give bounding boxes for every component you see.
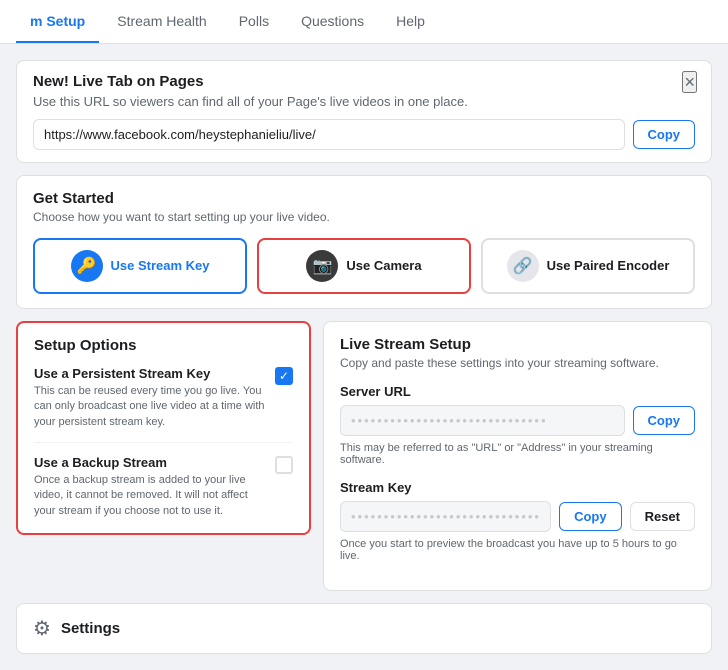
persistent-key-desc: This can be reused every time you go liv… (34, 384, 265, 430)
stream-key-reset-button[interactable]: Reset (630, 502, 695, 531)
banner-url-row: Copy (33, 119, 695, 150)
stream-key-icon: 🔑 (71, 250, 103, 282)
live-stream-title: Live Stream Setup (340, 336, 695, 353)
camera-label: Use Camera (346, 258, 421, 273)
backup-stream-checkbox[interactable] (275, 456, 293, 474)
banner-close-button[interactable]: × (682, 71, 697, 93)
stream-key-row: Copy Reset (340, 501, 695, 532)
settings-label: Settings (61, 620, 120, 637)
main-content: New! Live Tab on Pages Use this URL so v… (0, 44, 728, 670)
get-started-desc: Choose how you want to start setting up … (33, 209, 695, 226)
tab-questions[interactable]: Questions (287, 1, 378, 43)
top-nav: m Setup Stream Health Polls Questions He… (0, 0, 728, 44)
server-url-copy-button[interactable]: Copy (633, 406, 696, 435)
camera-icon: 📷 (306, 250, 338, 282)
use-stream-key-button[interactable]: 🔑 Use Stream Key (33, 238, 247, 294)
col-left: Setup Options Use a Persistent Stream Ke… (16, 321, 311, 535)
tab-help[interactable]: Help (382, 1, 439, 43)
col-right: Live Stream Setup Copy and paste these s… (323, 321, 712, 591)
server-url-row: Copy (340, 405, 695, 436)
stream-key-label: Use Stream Key (111, 258, 210, 273)
banner-desc: Use this URL so viewers can find all of … (33, 94, 695, 109)
live-stream-card: Live Stream Setup Copy and paste these s… (323, 321, 712, 591)
settings-row[interactable]: ⚙ Settings (16, 603, 712, 654)
tab-stream-health[interactable]: Stream Health (103, 1, 220, 43)
check-icon: ✓ (279, 369, 289, 383)
settings-gear-icon: ⚙ (33, 616, 51, 641)
live-stream-desc: Copy and paste these settings into your … (340, 356, 695, 370)
backup-stream-title: Use a Backup Stream (34, 455, 265, 470)
tab-polls[interactable]: Polls (225, 1, 283, 43)
stream-key-copy-button[interactable]: Copy (559, 502, 622, 531)
server-url-hint: This may be referred to as "URL" or "Add… (340, 442, 695, 466)
live-tab-banner: New! Live Tab on Pages Use this URL so v… (16, 60, 712, 163)
banner-title: New! Live Tab on Pages (33, 73, 695, 90)
setup-options-title: Setup Options (34, 337, 293, 354)
encoder-icon: 🔗 (507, 250, 539, 282)
use-paired-encoder-button[interactable]: 🔗 Use Paired Encoder (481, 238, 695, 294)
page-url-input[interactable] (33, 119, 625, 150)
setup-options-card: Setup Options Use a Persistent Stream Ke… (16, 321, 311, 535)
persistent-stream-key-option: Use a Persistent Stream Key This can be … (34, 366, 293, 443)
persistent-key-checkbox[interactable]: ✓ (275, 367, 293, 385)
get-started-title: Get Started (33, 190, 695, 207)
server-url-input[interactable] (340, 405, 625, 436)
backup-stream-desc: Once a backup stream is added to your li… (34, 473, 265, 519)
server-url-label: Server URL (340, 384, 695, 399)
method-buttons: 🔑 Use Stream Key 📷 Use Camera 🔗 Use Pair… (33, 238, 695, 294)
tab-stream-setup[interactable]: m Setup (16, 1, 99, 43)
banner-copy-button[interactable]: Copy (633, 120, 696, 149)
persistent-key-title: Use a Persistent Stream Key (34, 366, 265, 381)
stream-key-input[interactable] (340, 501, 551, 532)
get-started-card: Get Started Choose how you want to start… (16, 175, 712, 309)
stream-key-field-label: Stream Key (340, 480, 695, 495)
encoder-label: Use Paired Encoder (547, 258, 670, 273)
two-col-section: Setup Options Use a Persistent Stream Ke… (16, 321, 712, 591)
use-camera-button[interactable]: 📷 Use Camera (257, 238, 471, 294)
stream-key-hint: Once you start to preview the broadcast … (340, 538, 695, 562)
backup-stream-option: Use a Backup Stream Once a backup stream… (34, 455, 293, 519)
